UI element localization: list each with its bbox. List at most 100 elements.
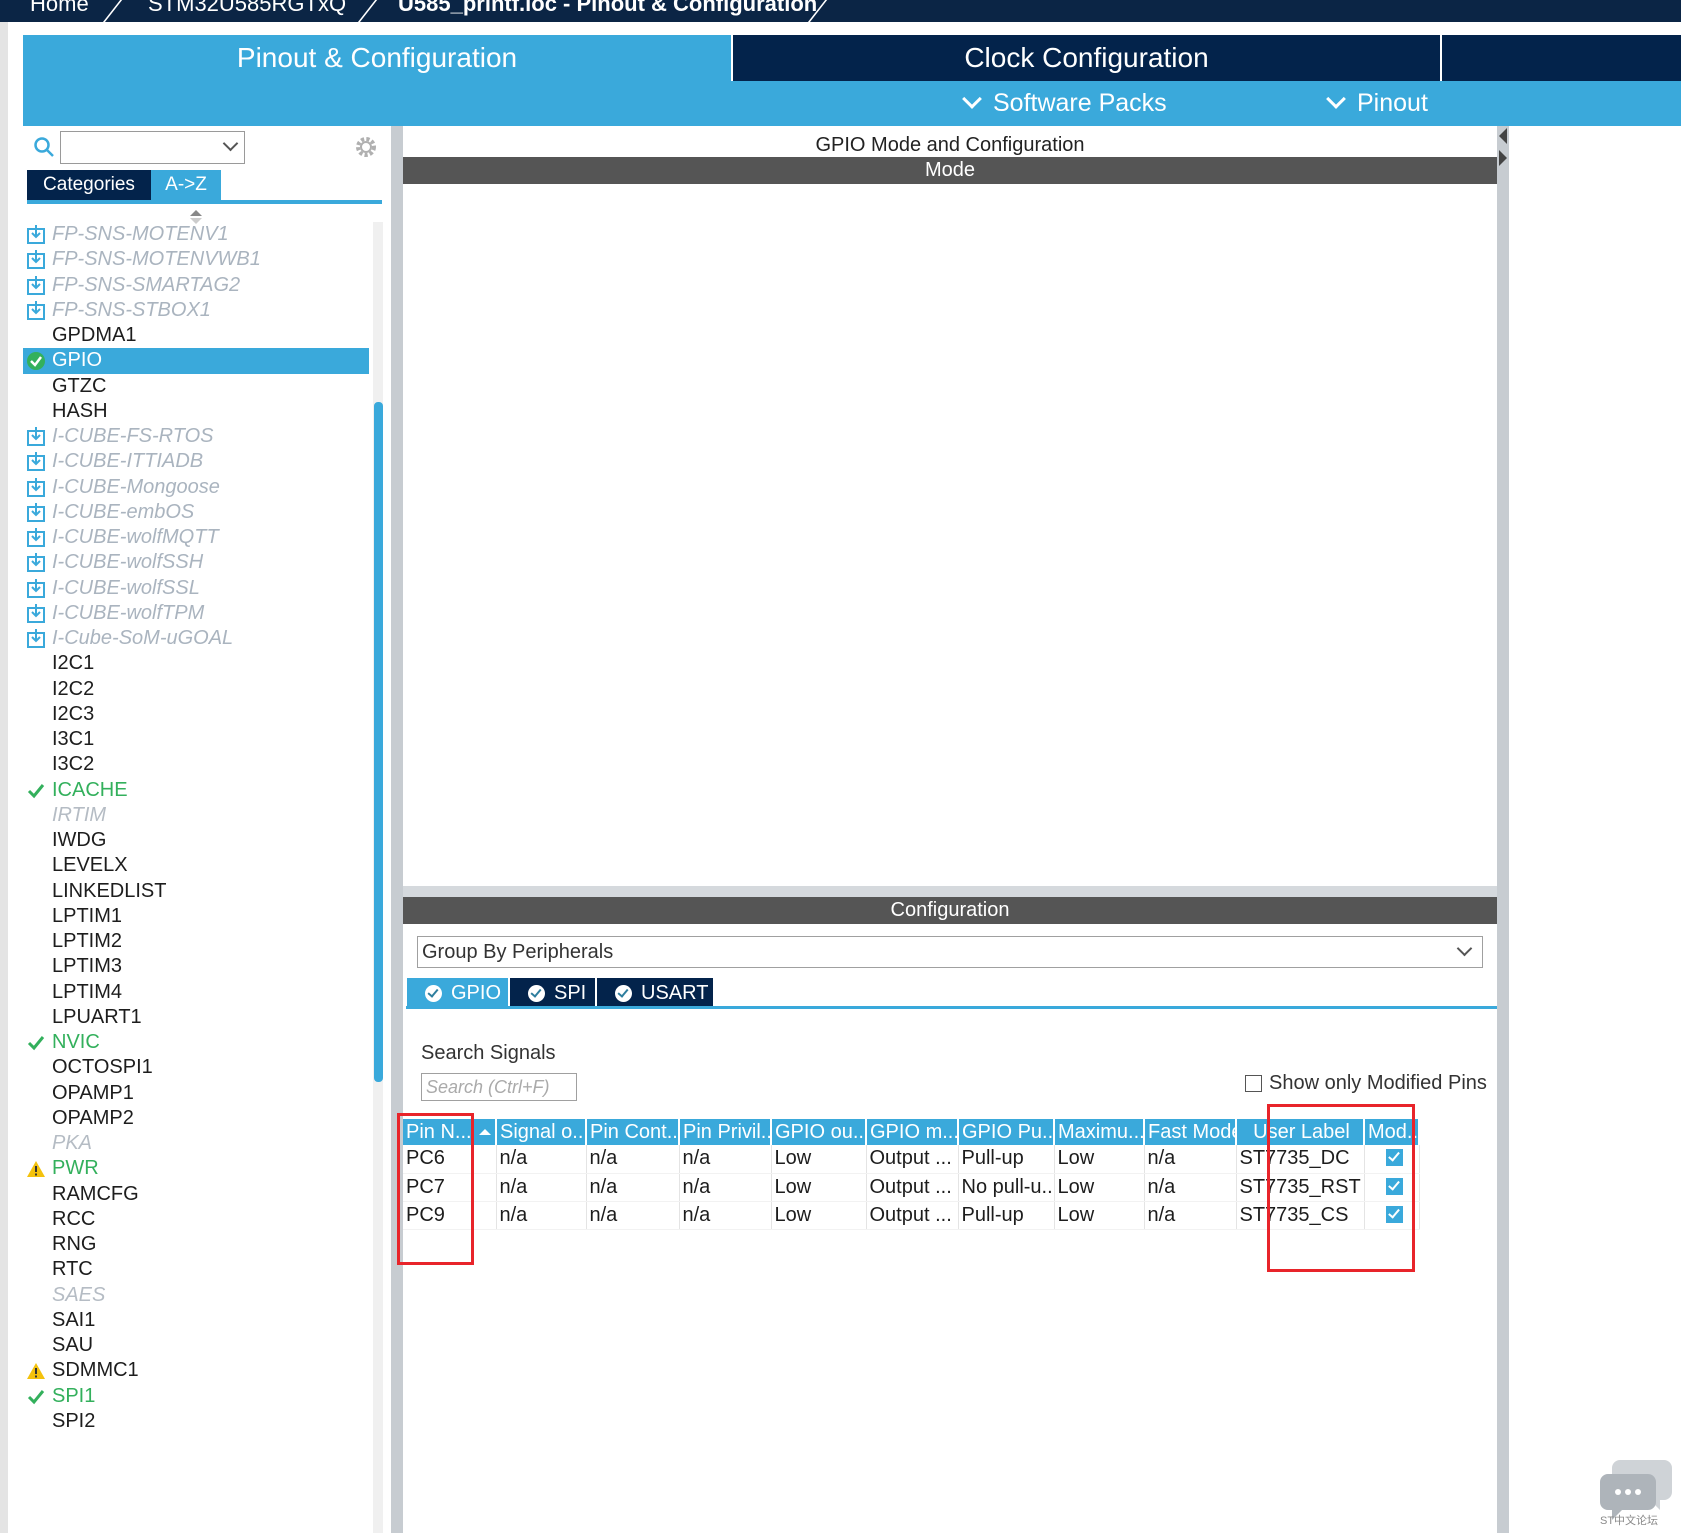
list-item[interactable]: I3C1 (23, 727, 369, 752)
search-icon[interactable] (33, 136, 55, 158)
collapse-left-icon[interactable] (1499, 128, 1507, 144)
list-item[interactable]: OPAMP2 (23, 1106, 369, 1131)
list-item[interactable]: PWR (23, 1156, 369, 1181)
list-item[interactable]: GPDMA1 (23, 323, 369, 348)
expand-right-icon[interactable] (1499, 150, 1507, 166)
gear-icon[interactable] (353, 134, 379, 160)
list-item[interactable]: FP-SNS-STBOX1 (23, 298, 369, 323)
list-item[interactable]: PKA (23, 1131, 369, 1156)
list-item[interactable]: LPTIM2 (23, 929, 369, 954)
tab-gpio[interactable]: GPIO (407, 978, 508, 1009)
list-item[interactable]: FP-SNS-SMARTAG2 (23, 273, 369, 298)
list-item[interactable]: LPTIM3 (23, 954, 369, 979)
list-item[interactable]: SPI2 (23, 1409, 369, 1434)
list-item[interactable]: I-CUBE-FS-RTOS (23, 424, 369, 449)
column-header[interactable]: Fast Mode (1144, 1119, 1237, 1145)
list-item[interactable]: LPTIM1 (23, 904, 369, 929)
list-item[interactable]: I-CUBE-wolfMQTT (23, 525, 369, 550)
list-item[interactable]: HASH (23, 399, 369, 424)
list-item[interactable]: OPAMP1 (23, 1081, 369, 1106)
list-item[interactable]: ICACHE (23, 778, 369, 803)
list-item[interactable]: RCC (23, 1207, 369, 1232)
list-item[interactable]: I3C2 (23, 752, 369, 777)
column-header[interactable]: GPIO m... (866, 1119, 959, 1145)
highlight-box (1267, 1104, 1415, 1272)
list-item-label: LPUART1 (52, 1005, 142, 1028)
chevron-down-icon[interactable] (222, 135, 239, 152)
list-item[interactable]: I-CUBE-wolfSSH (23, 550, 369, 575)
list-item-label: OPAMP1 (52, 1081, 134, 1104)
list-item[interactable]: I-CUBE-wolfSSL (23, 576, 369, 601)
tab-usart[interactable]: USART (597, 978, 713, 1009)
check-icon (26, 1387, 46, 1407)
list-item-label: SDMMC1 (52, 1359, 139, 1382)
list-item[interactable]: LEVELX (23, 853, 369, 878)
list-item[interactable]: GPIO (23, 348, 369, 374)
list-item[interactable]: NVIC (23, 1030, 369, 1055)
table-cell: Low (771, 1173, 867, 1202)
list-item[interactable]: SAI1 (23, 1308, 369, 1333)
show-modified-checkbox[interactable] (1245, 1075, 1262, 1092)
list-item[interactable]: IRTIM (23, 803, 369, 828)
table-cell: Low (771, 1145, 867, 1174)
section-divider[interactable] (403, 886, 1497, 897)
list-item[interactable]: LPTIM4 (23, 980, 369, 1005)
panel-splitter[interactable] (1497, 126, 1509, 1533)
list-item[interactable]: I-CUBE-ITTIADB (23, 449, 369, 474)
list-item[interactable]: LPUART1 (23, 1005, 369, 1030)
list-item-label: FP-SNS-STBOX1 (52, 298, 211, 321)
signal-search-input[interactable]: Search (Ctrl+F) (421, 1073, 577, 1101)
column-header[interactable]: Maximu... (1054, 1119, 1145, 1145)
list-item[interactable]: RTC (23, 1257, 369, 1282)
check-icon (26, 1033, 46, 1053)
list-item[interactable]: OCTOSPI1 (23, 1055, 369, 1080)
pinout-menu[interactable]: Pinout (1326, 81, 1428, 126)
list-item[interactable]: RNG (23, 1232, 369, 1257)
mode-header: Mode (403, 157, 1497, 184)
scrollbar-thumb[interactable] (374, 402, 383, 1082)
column-header[interactable]: Pin Privil... (679, 1119, 772, 1145)
search-input[interactable] (60, 131, 245, 164)
list-item[interactable]: IWDG (23, 828, 369, 853)
list-item[interactable]: RAMCFG (23, 1182, 369, 1207)
tab-pinout-configuration[interactable]: Pinout & Configuration (23, 35, 731, 81)
list-item[interactable]: SAU (23, 1333, 369, 1358)
list-item[interactable]: SDMMC1 (23, 1358, 369, 1383)
list-item[interactable]: I-Cube-SoM-uGOAL (23, 626, 369, 651)
breadcrumb-device[interactable]: STM32U585RGTxQ (148, 0, 346, 17)
breadcrumb-separator (96, 0, 126, 22)
check-icon (26, 781, 46, 801)
list-item[interactable]: FP-SNS-MOTENVWB1 (23, 247, 369, 272)
column-header[interactable]: GPIO Pu... (958, 1119, 1055, 1145)
list-item-label: LPTIM3 (52, 955, 123, 978)
chevron-down-icon[interactable] (1456, 940, 1473, 957)
list-item[interactable]: I2C2 (23, 677, 369, 702)
tab-more[interactable] (1440, 35, 1681, 81)
download-package-icon (26, 629, 46, 649)
list-item[interactable]: SAES (23, 1283, 369, 1308)
tab-spi[interactable]: SPI (510, 978, 595, 1009)
breadcrumb-project[interactable]: U585_printf.ioc - Pinout & Configuration (398, 0, 817, 17)
tab-clock-configuration[interactable]: Clock Configuration (731, 35, 1440, 81)
column-header[interactable]: Signal o... (496, 1119, 587, 1145)
column-header[interactable]: Pin Cont... (586, 1119, 680, 1145)
panel-splitter[interactable] (391, 126, 403, 1533)
list-item[interactable]: I-CUBE-wolfTPM (23, 601, 369, 626)
list-item[interactable]: I2C3 (23, 702, 369, 727)
list-item-label: FP-SNS-MOTENVWB1 (52, 248, 261, 271)
tab-categories[interactable]: Categories (27, 170, 151, 200)
list-item[interactable]: FP-SNS-MOTENV1 (23, 222, 369, 247)
list-item[interactable]: LINKEDLIST (23, 879, 369, 904)
list-item[interactable]: SPI1 (23, 1384, 369, 1409)
breadcrumb-home[interactable]: Home (30, 0, 89, 17)
table-cell: n/a (679, 1173, 772, 1202)
column-header[interactable]: GPIO ou... (771, 1119, 867, 1145)
list-item[interactable]: I2C1 (23, 651, 369, 676)
list-item[interactable]: GTZC (23, 374, 369, 399)
list-item-label: I-Cube-SoM-uGOAL (52, 627, 234, 649)
group-by-select[interactable]: Group By Peripherals (417, 936, 1483, 968)
list-item[interactable]: I-CUBE-Mongoose (23, 475, 369, 500)
software-packs-menu[interactable]: Software Packs (962, 81, 1167, 126)
list-item[interactable]: I-CUBE-embOS (23, 500, 369, 525)
tab-a-to-z[interactable]: A->Z (151, 170, 221, 200)
